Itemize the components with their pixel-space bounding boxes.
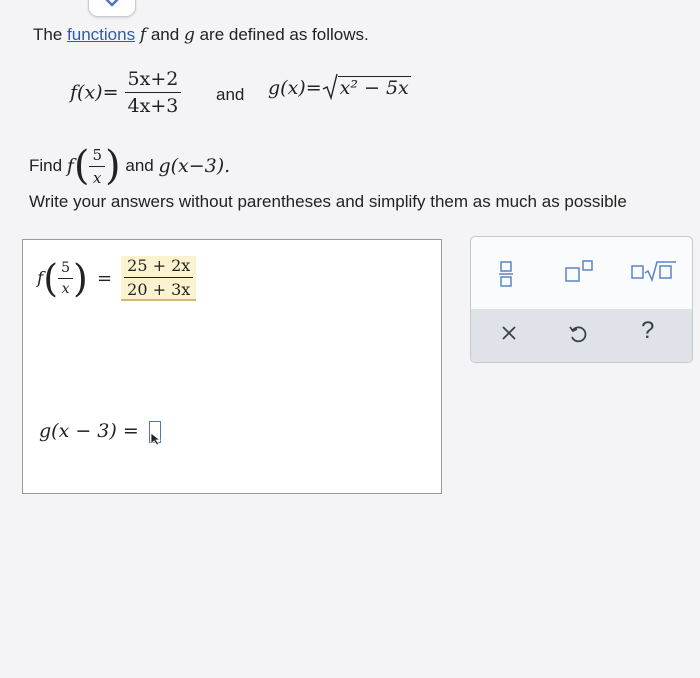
find-f: f bbox=[66, 155, 74, 177]
find-prompt: Find f( 5 x ) and g(x−3). bbox=[29, 143, 231, 189]
square-root-button[interactable] bbox=[631, 259, 677, 288]
chevron-down-icon bbox=[105, 0, 119, 7]
f-numerator: 5x+2 bbox=[127, 68, 179, 90]
radical-icon bbox=[322, 72, 338, 105]
answer-f-equals: = bbox=[96, 268, 113, 289]
answer-f-arg: 5 x bbox=[58, 260, 74, 297]
collapse-toggle[interactable] bbox=[88, 0, 136, 17]
fraction-icon bbox=[499, 261, 513, 287]
f-definition: f(x)= 5x+2 4x+3 bbox=[70, 68, 182, 120]
problem-intro: The functions f and g are defined as fol… bbox=[33, 25, 369, 45]
answer-f-input[interactable]: 25 + 2x 20 + 3x bbox=[121, 256, 197, 301]
math-toolbar: ? bbox=[470, 236, 693, 363]
square-root-icon bbox=[631, 261, 676, 283]
clear-button[interactable] bbox=[501, 325, 517, 346]
intro-f: f bbox=[139, 25, 147, 45]
find-frac-num: 5 bbox=[92, 145, 103, 164]
find-g-expr: g(x−3). bbox=[158, 155, 231, 177]
fraction-button[interactable] bbox=[499, 260, 515, 293]
answer-g: g(x − 3) = bbox=[39, 420, 161, 446]
undo-button[interactable] bbox=[568, 324, 588, 349]
answer-f: f( 5 x ) = 25 + 2x 20 + 3x bbox=[37, 256, 197, 301]
find-and: and bbox=[125, 156, 154, 175]
answer-f-numerator: 25 + 2x bbox=[127, 256, 191, 275]
help-icon: ? bbox=[641, 317, 655, 344]
find-label: Find bbox=[29, 156, 63, 175]
exponent-icon bbox=[565, 260, 593, 282]
find-fraction: 5 x bbox=[89, 145, 106, 187]
answer-g-input[interactable] bbox=[148, 421, 161, 446]
mouse-pointer-icon bbox=[150, 432, 161, 446]
f-lhs: f(x)= bbox=[70, 81, 119, 104]
clear-icon bbox=[502, 326, 516, 340]
and-word: and bbox=[216, 85, 245, 104]
functions-link[interactable]: functions bbox=[67, 25, 135, 44]
intro-g: g bbox=[183, 25, 195, 45]
answer-box: f( 5 x ) = 25 + 2x 20 + 3x g(x − 3) = bbox=[22, 239, 442, 494]
instruction-text: Write your answers without parentheses a… bbox=[29, 192, 627, 211]
find-frac-den: x bbox=[93, 168, 102, 187]
answer-g-lhs: g(x − 3) = bbox=[39, 420, 139, 442]
intro-and: and bbox=[150, 25, 180, 44]
g-lhs: g(x)= bbox=[268, 77, 322, 99]
f-denominator: 4x+3 bbox=[127, 95, 179, 117]
answer-f-denominator: 20 + 3x bbox=[127, 280, 191, 299]
f-fraction: 5x+2 4x+3 bbox=[124, 68, 182, 117]
exponent-button[interactable] bbox=[565, 259, 595, 290]
intro-prefix: The bbox=[33, 25, 63, 44]
intro-suffix: are defined as follows. bbox=[199, 25, 369, 44]
help-button[interactable]: ? bbox=[641, 317, 654, 345]
g-radicand: x² − 5x bbox=[337, 76, 411, 99]
answer-f-arg-den: x bbox=[61, 281, 70, 297]
answer-f-arg-num: 5 bbox=[61, 260, 71, 276]
g-definition: g(x)= x² − 5x bbox=[268, 72, 411, 105]
undo-icon bbox=[569, 326, 587, 343]
